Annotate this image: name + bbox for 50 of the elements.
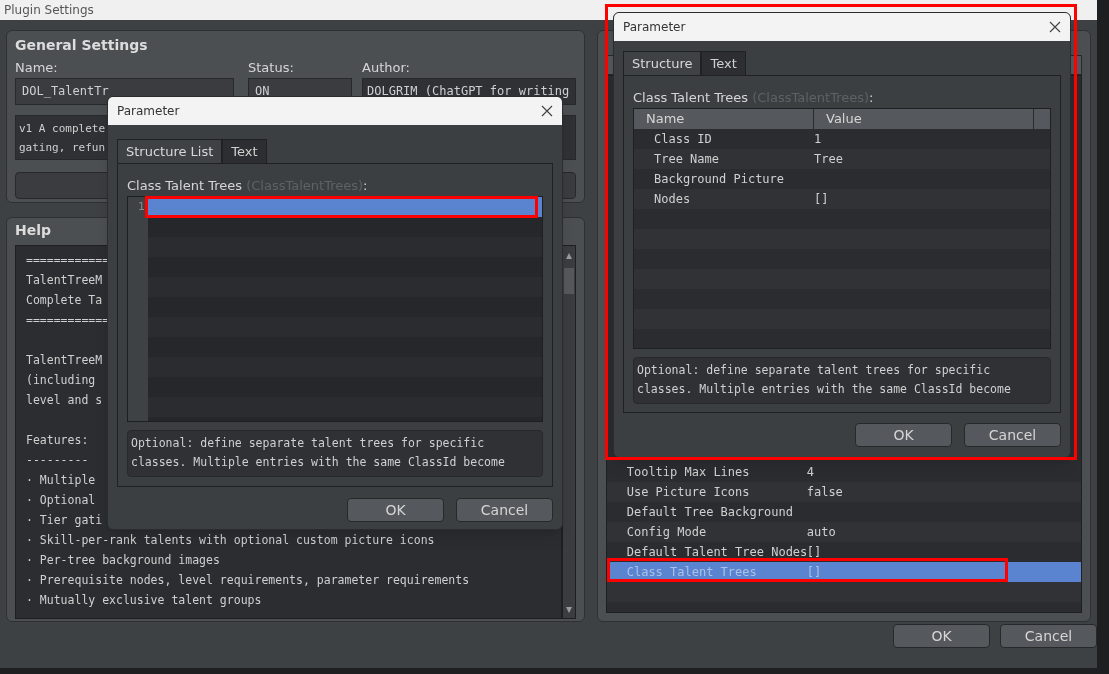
window-title: Plugin Settings	[4, 2, 94, 19]
parameter-row[interactable]: Use Picture Icons false	[606, 482, 1081, 502]
help-text-line: ============	[26, 312, 110, 329]
help-text-line: · Mutually exclusive talent groups	[26, 592, 262, 609]
close-icon[interactable]	[541, 105, 553, 117]
tab[interactable]: Structure	[623, 51, 702, 75]
ok-button[interactable]: OK	[893, 624, 990, 648]
structure-row[interactable]: Background Picture	[634, 168, 1050, 189]
cancel-button[interactable]: Cancel	[456, 498, 553, 522]
help-text-line: · Per-tree background images	[26, 552, 220, 569]
help-text-line: Complete Ta	[26, 292, 103, 309]
tab[interactable]: Structure List	[117, 139, 223, 163]
help-text-line: level and s	[26, 392, 103, 409]
help-text-line: ============	[26, 252, 110, 269]
column-header[interactable]: Name	[634, 108, 814, 129]
cancel-button[interactable]: Cancel	[1000, 624, 1097, 648]
scroll-down-icon[interactable]	[564, 606, 573, 614]
panel-title: General Settings	[15, 36, 149, 55]
help-text-line: · Tier gati	[26, 512, 103, 529]
tab[interactable]: Text	[701, 51, 746, 75]
help-text-line: TalentTreeM	[26, 272, 103, 289]
field-label: Name:	[15, 59, 59, 77]
description-text: Optional: define separate talent trees for specific classes. Multiple entries with the same ClassId become	[633, 356, 1051, 404]
help-text-line: · Multiple	[26, 472, 97, 489]
tab[interactable]: Text	[222, 139, 267, 163]
help-text-line: Features:	[26, 432, 89, 449]
help-text-line: · Skill-per-rank talents with optional custom picture icons	[26, 532, 435, 549]
ok-button[interactable]: OK	[347, 498, 444, 522]
scroll-up-icon[interactable]	[564, 252, 573, 260]
dialog-title: Parameter	[117, 103, 180, 120]
field-label: Status:	[248, 59, 295, 77]
cancel-button[interactable]: Cancel	[964, 423, 1061, 447]
parameter-row[interactable]: Config Mode auto	[606, 522, 1081, 542]
help-text-line: · Prerequisite nodes, level requirements, parameter requirements	[26, 572, 470, 589]
panel-title: Help	[15, 221, 52, 240]
help-text-line: (including	[26, 372, 97, 389]
description-text: Optional: define separate talent trees for specific classes. Multiple entries with the same ClassId become	[127, 429, 543, 477]
field-label: Author:	[362, 59, 411, 77]
structure-row[interactable]: Tree Name Tree	[634, 148, 1050, 169]
line-number: 1	[137, 198, 146, 215]
help-text-line: TalentTreeM	[26, 352, 103, 369]
structure-row[interactable]: Class ID 1	[634, 128, 1050, 149]
structure-row[interactable]: Nodes []	[634, 188, 1050, 209]
scroll-thumb[interactable]	[563, 268, 574, 294]
help-text-line: ---------	[26, 452, 89, 469]
dialog-title: Parameter	[623, 19, 686, 36]
column-header[interactable]: Value	[814, 108, 1034, 129]
close-icon[interactable]	[1049, 21, 1061, 33]
ok-button[interactable]: OK	[855, 423, 952, 447]
help-text-line: · Optional	[26, 492, 97, 509]
